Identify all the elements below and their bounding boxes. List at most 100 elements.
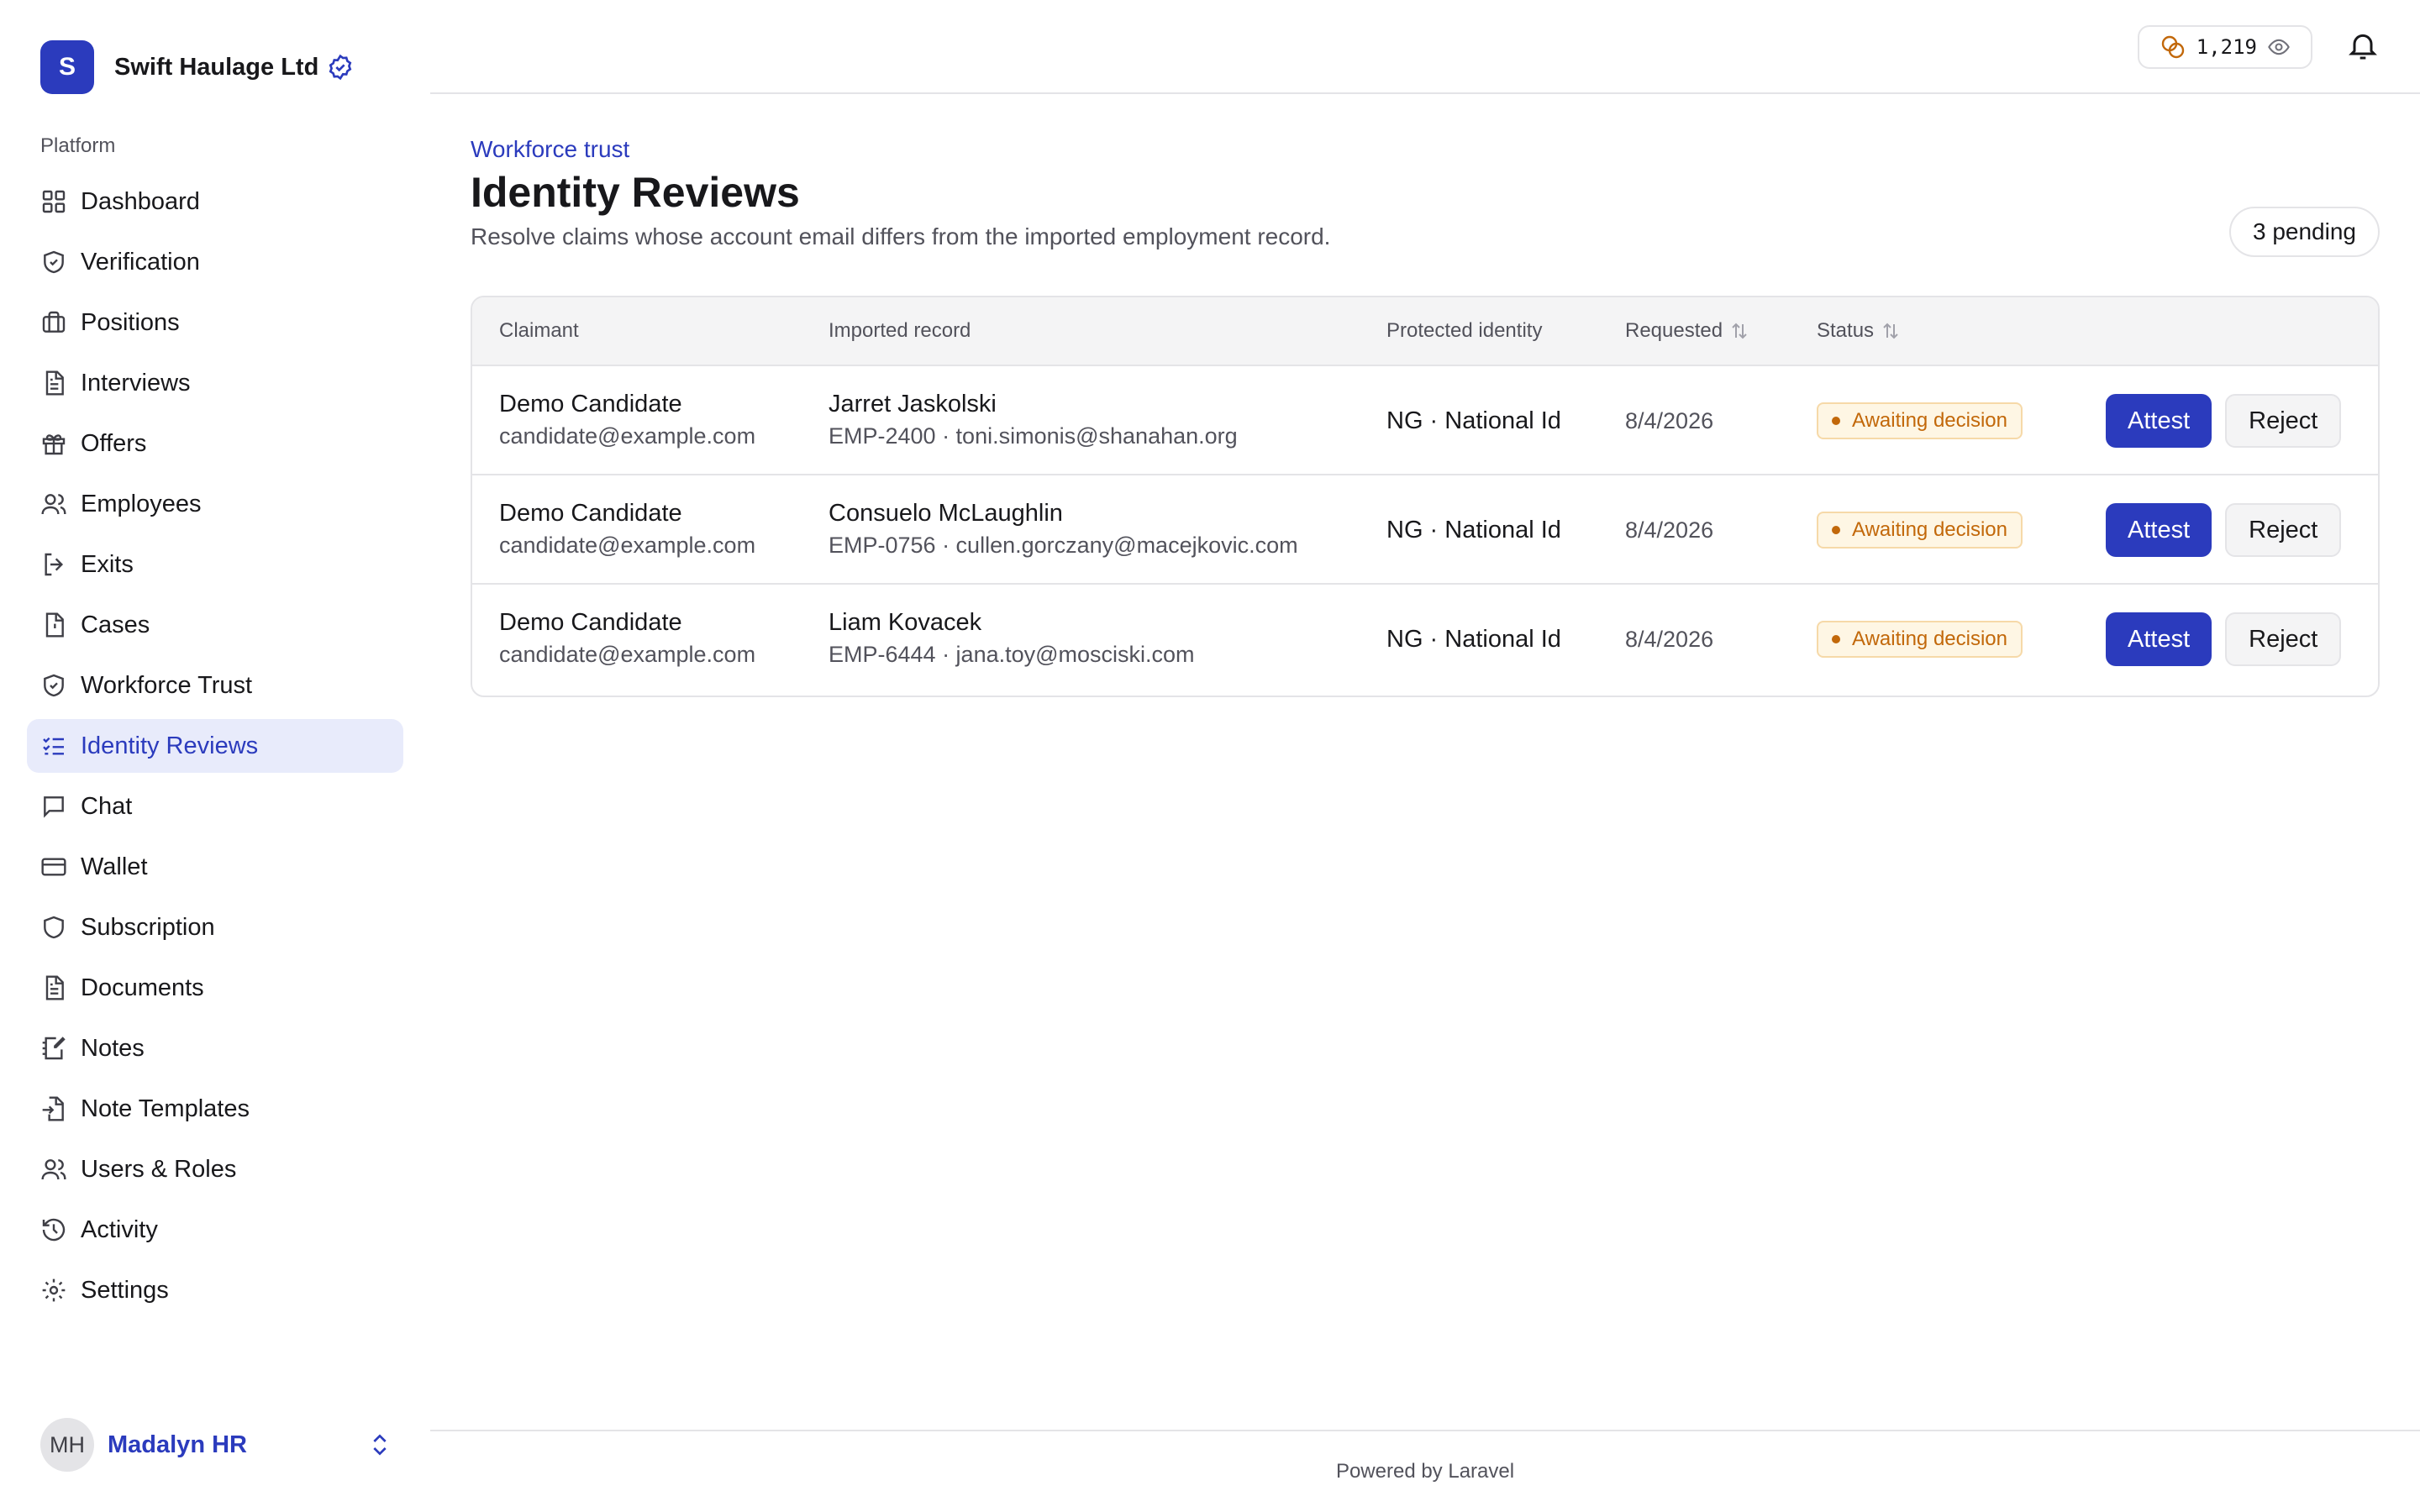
bell-icon[interactable] [2346,29,2380,62]
table-row: Demo Candidate candidate@example.com Con… [472,475,2378,585]
status-dot [1832,635,1840,643]
document-icon [40,974,67,1001]
claimant-name: Demo Candidate [499,500,682,527]
sidebar-item-label: Settings [81,1276,169,1304]
status-text: Awaiting decision [1852,409,2008,432]
protected-identity: NG · National Id [1386,626,1561,653]
brand-name: Swift Haulage Ltd [114,53,319,81]
pending-count-badge: 3 pending [2228,207,2380,257]
page-description: Resolve claims whose account email diffe… [471,223,1331,249]
shield-check-icon [40,672,67,699]
sidebar-item-documents[interactable]: Documents [27,961,403,1015]
sidebar-item-positions[interactable]: Positions [27,296,403,349]
shield-icon [40,914,67,941]
status-dot [1832,526,1840,534]
gift-icon [40,430,67,457]
sidebar-item-label: Documents [81,974,204,1001]
sidebar-item-identity-reviews[interactable]: Identity Reviews [27,719,403,773]
footer-text: Powered by Laravel [1335,1460,1515,1483]
protected-identity: NG · National Id [1386,407,1561,434]
sidebar-item-offers[interactable]: Offers [27,417,403,470]
sort-icon [1881,321,1901,341]
status-dot [1832,417,1840,425]
reject-button[interactable]: Reject [2225,612,2342,666]
sidebar: S Swift Haulage Ltd Platform Dashboard V… [0,0,430,1512]
brand[interactable]: S Swift Haulage Ltd [40,40,354,94]
sidebar-item-label: Activity [81,1215,158,1243]
header-status-label: Status [1817,319,1875,342]
sidebar-item-wallet[interactable]: Wallet [27,840,403,894]
sidebar-item-label: Exits [81,550,134,578]
sidebar-item-workforce-trust[interactable]: Workforce Trust [27,659,403,712]
sidebar-item-label: Offers [81,429,147,457]
status-text: Awaiting decision [1852,518,2008,541]
identity-reviews-table: Claimant Imported record Protected ident… [471,296,2380,697]
claimant-email: candidate@example.com [499,642,756,667]
sidebar-item-interviews[interactable]: Interviews [27,356,403,410]
footer: Powered by Laravel [430,1430,2420,1512]
grid-icon [40,188,67,215]
file-import-icon [40,1095,67,1122]
sidebar-item-subscription[interactable]: Subscription [27,900,403,954]
sidebar-item-employees[interactable]: Employees [27,477,403,531]
eye-icon[interactable] [2267,35,2291,59]
record-detail: EMP-0756 · cullen.gorczany@macejkovic.co… [829,533,1298,558]
notebook-pen-icon [40,1035,67,1062]
sidebar-item-note-templates[interactable]: Note Templates [27,1082,403,1136]
header-protected-identity: Protected identity [1386,319,1543,342]
sidebar-item-label: Positions [81,308,180,336]
document-icon [40,370,67,396]
page-title: Identity Reviews [471,169,800,216]
sort-icon [1729,321,1749,341]
credits-balance[interactable]: 1,219 [2137,25,2312,69]
avatar: MH [40,1418,94,1472]
sidebar-item-label: Wallet [81,853,148,880]
table-row: Demo Candidate candidate@example.com Lia… [472,585,2378,694]
sidebar-item-label: Note Templates [81,1095,250,1122]
claimant-email: candidate@example.com [499,423,756,449]
record-name: Jarret Jaskolski [829,391,997,417]
sidebar-item-cases[interactable]: Cases [27,598,403,652]
attest-button[interactable]: Attest [2106,612,2212,666]
table-header: Claimant Imported record Protected ident… [472,297,2378,366]
claimant-name: Demo Candidate [499,391,682,417]
sidebar-item-chat[interactable]: Chat [27,780,403,833]
attest-button[interactable]: Attest [2106,394,2212,448]
logout-icon [40,551,67,578]
user-name: Madalyn HR [108,1431,247,1458]
sidebar-item-verification[interactable]: Verification [27,235,403,289]
sidebar-item-label: Chat [81,792,133,820]
user-menu[interactable]: MH Madalyn HR [40,1418,393,1472]
sidebar-item-users-roles[interactable]: Users & Roles [27,1142,403,1196]
header-requested-label: Requested [1625,319,1723,342]
chat-icon [40,793,67,820]
credit-card-icon [40,853,67,880]
users-icon [40,491,67,517]
brand-logo: S [40,40,94,94]
protected-identity: NG · National Id [1386,517,1561,543]
attest-button[interactable]: Attest [2106,503,2212,557]
briefcase-icon [40,309,67,336]
header-imported-record: Imported record [829,319,971,342]
reject-button[interactable]: Reject [2225,394,2342,448]
sidebar-item-activity[interactable]: Activity [27,1203,403,1257]
sidebar-item-dashboard[interactable]: Dashboard [27,175,403,228]
header-requested[interactable]: Requested [1625,319,1749,343]
gear-icon [40,1277,67,1304]
sidebar-item-label: Subscription [81,913,215,941]
breadcrumb-workforce-trust[interactable]: Workforce trust [471,136,629,163]
sidebar-item-label: Dashboard [81,187,200,215]
status-badge: Awaiting decision [1817,621,2023,658]
claimant-name: Demo Candidate [499,609,682,636]
history-icon [40,1216,67,1243]
reject-button[interactable]: Reject [2225,503,2342,557]
header-status[interactable]: Status [1817,319,1901,343]
status-badge: Awaiting decision [1817,512,2023,549]
sidebar-item-notes[interactable]: Notes [27,1021,403,1075]
sidebar-item-label: Employees [81,490,202,517]
status-text: Awaiting decision [1852,627,2008,650]
sidebar-item-settings[interactable]: Settings [27,1263,403,1317]
sidebar-item-exits[interactable]: Exits [27,538,403,591]
record-detail: EMP-6444 · jana.toy@mosciski.com [829,642,1195,667]
table-row: Demo Candidate candidate@example.com Jar… [472,366,2378,475]
